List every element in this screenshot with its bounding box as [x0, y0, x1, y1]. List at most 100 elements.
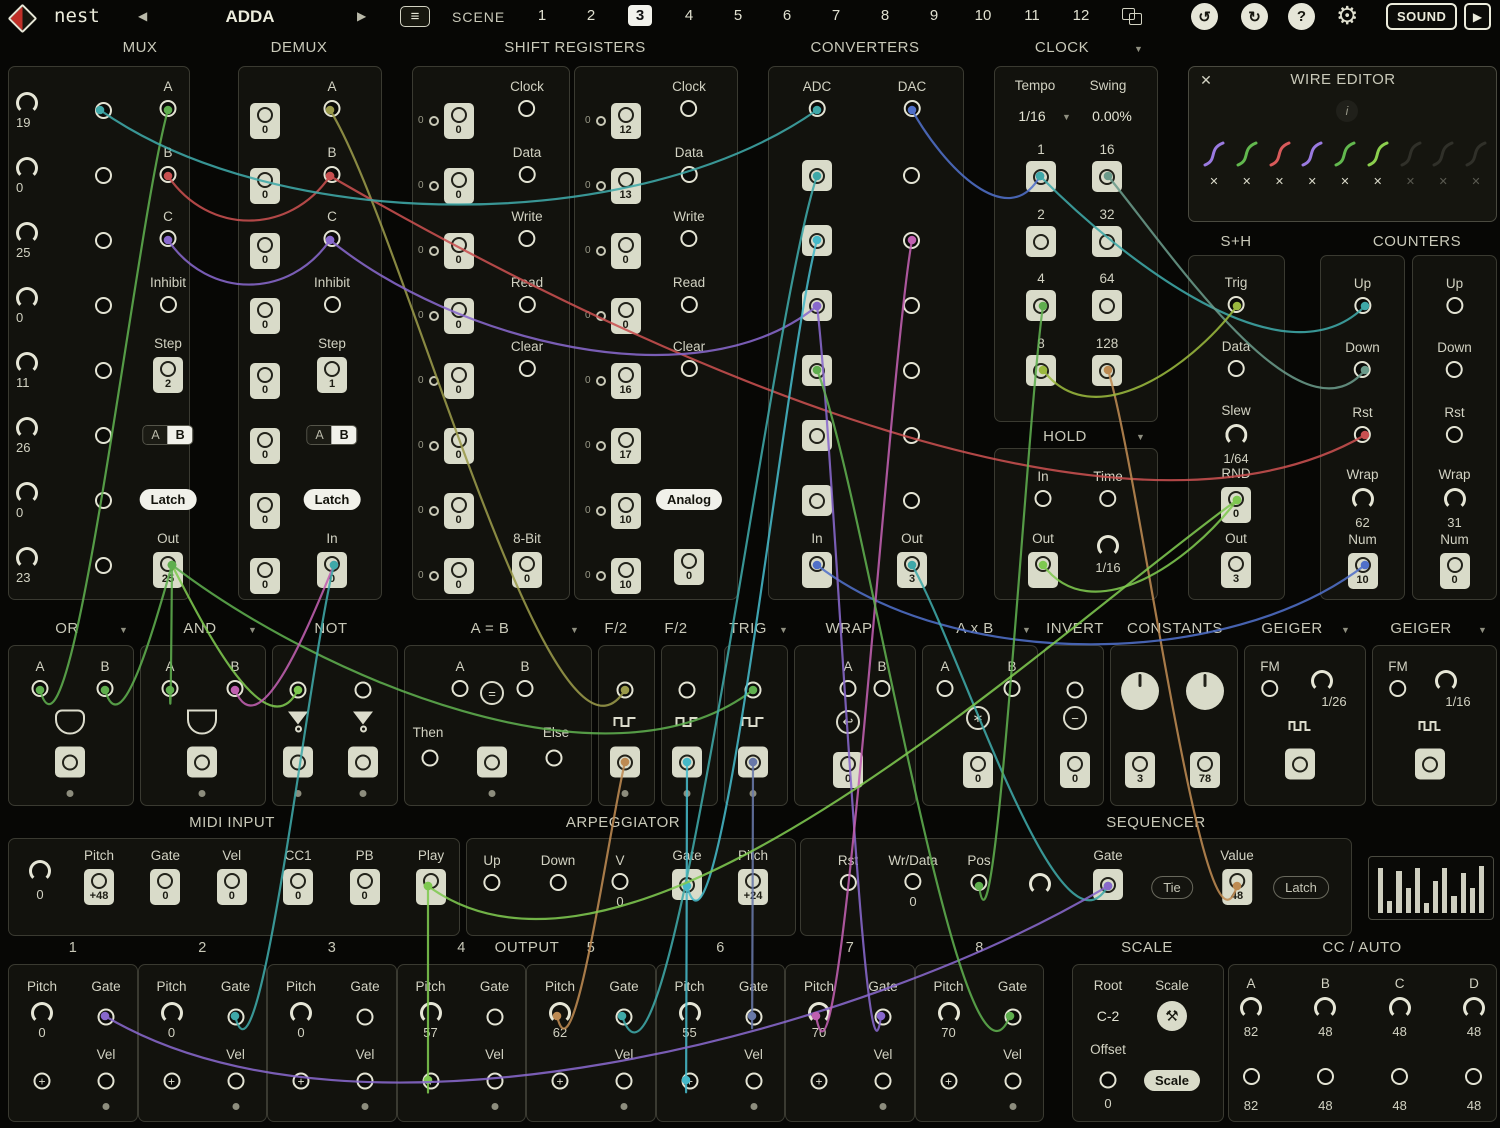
patch-name[interactable]: ADDA [225, 7, 274, 27]
adc-bit-box[interactable] [802, 225, 832, 256]
and-b-port[interactable] [227, 680, 244, 697]
division-box[interactable] [1092, 226, 1122, 257]
cc-knob[interactable] [1240, 997, 1262, 1019]
gate-port[interactable] [98, 1009, 115, 1026]
gate-port[interactable] [616, 1009, 633, 1026]
trig-in-port[interactable] [745, 682, 762, 699]
division-box[interactable] [1092, 290, 1122, 321]
mux-latch-button[interactable]: Latch [140, 489, 197, 510]
scene-button[interactable]: 12 [1069, 5, 1093, 26]
sr1-clear-port[interactable] [518, 360, 535, 377]
then-port[interactable] [422, 750, 439, 767]
midi-port-box[interactable] [416, 869, 446, 905]
dac-bit-port[interactable] [903, 492, 920, 509]
tap-port[interactable] [429, 571, 439, 581]
demux-b-port[interactable] [324, 166, 341, 183]
transpose-port[interactable]: + [940, 1073, 957, 1090]
geiger1-rate-knob[interactable] [1311, 670, 1333, 692]
sr-cell-box[interactable]: 0 [444, 558, 474, 594]
adc-bit-box[interactable] [802, 420, 832, 451]
sr2-clear-port[interactable] [680, 360, 697, 377]
help-button[interactable]: ? [1288, 3, 1315, 30]
pitch-knob[interactable] [420, 1002, 442, 1024]
dac-out-box[interactable]: 3 [897, 552, 927, 588]
division-box[interactable] [1026, 161, 1056, 192]
aeqb-b-port[interactable] [517, 680, 534, 697]
demux-out-box[interactable]: 0 [250, 233, 280, 269]
arp-gate-box[interactable] [672, 869, 702, 900]
tap-port[interactable] [596, 246, 606, 256]
sr-cell-box[interactable]: 17 [611, 428, 641, 464]
wrap-b-port[interactable] [874, 680, 891, 697]
mux-knob-port[interactable] [95, 232, 112, 249]
adc-bit-box[interactable] [802, 160, 832, 191]
scale-button[interactable]: Scale [1144, 1070, 1200, 1091]
demux-ab-toggle[interactable]: AB [306, 425, 357, 445]
vel-port[interactable] [227, 1073, 244, 1090]
mux-c-port[interactable] [160, 230, 177, 247]
hold-time-port[interactable] [1100, 490, 1117, 507]
demux-out-box[interactable]: 0 [250, 298, 280, 334]
tap-port[interactable] [429, 441, 439, 451]
vel-port[interactable] [875, 1073, 892, 1090]
demux-out-box[interactable]: 0 [250, 558, 280, 594]
seq-pos-port[interactable] [970, 874, 987, 891]
geiger1-caret-icon[interactable]: ▼ [1341, 625, 1350, 635]
sr1-write-port[interactable] [518, 230, 535, 247]
mux-knob-port[interactable] [95, 297, 112, 314]
dac-port[interactable] [903, 100, 920, 117]
vel-port[interactable] [1004, 1073, 1021, 1090]
scene-button[interactable]: 11 [1020, 5, 1044, 26]
division-box[interactable] [1026, 290, 1056, 321]
wire-delete-icon[interactable]: ✕ [1308, 175, 1317, 188]
pitch-knob[interactable] [938, 1002, 960, 1024]
scene-button[interactable]: 10 [971, 5, 995, 26]
arp-pitch-box[interactable]: +24 [738, 869, 768, 905]
geiger2-out-box[interactable] [1415, 749, 1445, 780]
counter-num-box[interactable]: 0 [1440, 553, 1470, 589]
sr2-analog-button[interactable]: Analog [656, 489, 722, 510]
sr-cell-box[interactable]: 0 [444, 298, 474, 334]
geiger2-rate-knob[interactable] [1435, 670, 1457, 692]
mux-out-box[interactable]: 25 [153, 552, 183, 588]
axb-out-box[interactable]: 0 [963, 752, 993, 788]
sr-cell-box[interactable]: 16 [611, 363, 641, 399]
pitch-knob[interactable] [290, 1002, 312, 1024]
tap-port[interactable] [596, 116, 606, 126]
scene-button[interactable]: 3 [628, 5, 652, 26]
wire-slot[interactable]: ✕ [1399, 140, 1423, 188]
wire-slot[interactable]: ✕ [1464, 140, 1488, 188]
adc-bit-box[interactable] [802, 355, 832, 386]
sr-cell-box[interactable]: 0 [611, 233, 641, 269]
wire-delete-icon[interactable]: ✕ [1406, 175, 1415, 188]
cc-knob[interactable] [1389, 997, 1411, 1019]
wire-slot[interactable]: ✕ [1366, 140, 1390, 188]
tempo-value[interactable]: 1/16 [1018, 108, 1045, 124]
dac-bit-port[interactable] [903, 427, 920, 444]
dac-bit-port[interactable] [903, 167, 920, 184]
mux-knob[interactable]: 25 [16, 222, 38, 260]
arp-v-port[interactable] [612, 873, 629, 890]
adc-port[interactable] [808, 100, 825, 117]
demux-a-port[interactable] [324, 100, 341, 117]
sr1-8bit-box[interactable]: 0 [512, 552, 542, 588]
mux-ab-toggle[interactable]: AB [142, 425, 193, 445]
tap-port[interactable] [429, 506, 439, 516]
vel-port[interactable] [486, 1073, 503, 1090]
and-a-port[interactable] [162, 680, 179, 697]
transpose-port[interactable]: + [293, 1073, 310, 1090]
dac-bit-port[interactable] [903, 362, 920, 379]
not1-out-box[interactable] [283, 747, 313, 778]
sh-slew-knob[interactable] [1225, 424, 1247, 446]
demux-out-box[interactable]: 0 [250, 103, 280, 139]
seq-value-box[interactable]: 48 [1222, 869, 1252, 905]
wire-slot[interactable]: ✕ [1202, 140, 1226, 188]
sr1-data-port[interactable] [519, 166, 536, 183]
vel-port[interactable] [616, 1073, 633, 1090]
transpose-port[interactable]: + [552, 1073, 569, 1090]
aeqb-caret-icon[interactable]: ▼ [570, 625, 579, 635]
mux-knob-port[interactable] [95, 362, 112, 379]
mux-step-box[interactable]: 2 [153, 357, 183, 393]
demux-inhibit-port[interactable] [324, 296, 341, 313]
demux-out-box[interactable]: 0 [250, 428, 280, 464]
